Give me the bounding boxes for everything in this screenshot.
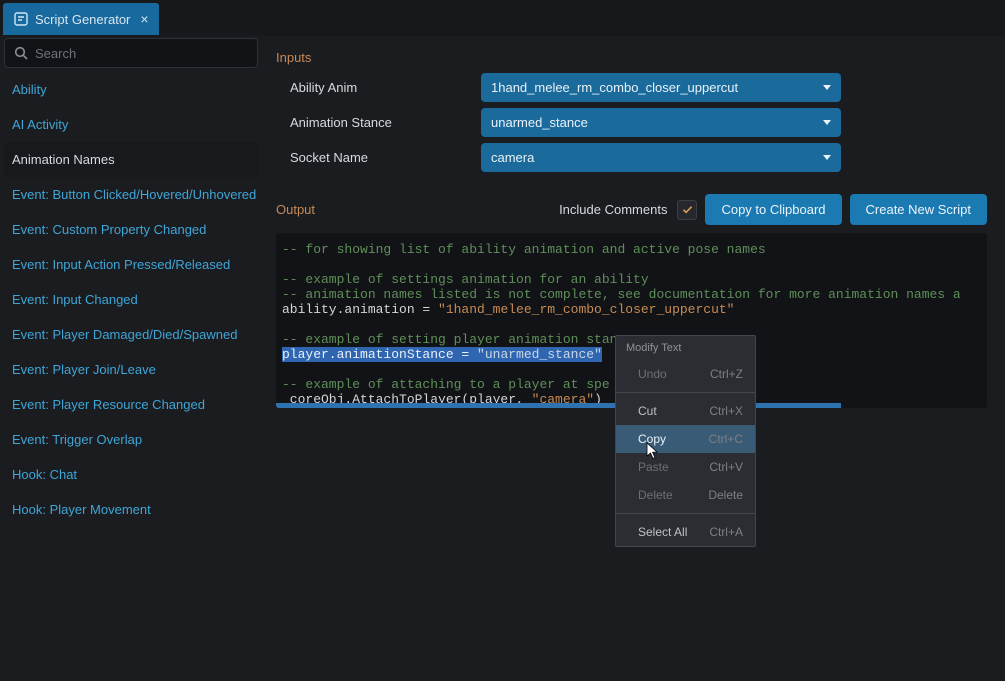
menu-item-shortcut: Ctrl+Z bbox=[710, 367, 743, 381]
context-menu-item: Undo Ctrl+Z bbox=[616, 360, 755, 388]
tab-bar: Script Generator × bbox=[0, 0, 1005, 36]
input-dropdown[interactable]: camera bbox=[481, 143, 841, 172]
create-new-script-button[interactable]: Create New Script bbox=[850, 194, 987, 225]
sidebar-item[interactable]: Event: Player Damaged/Died/Spawned bbox=[4, 317, 258, 352]
context-menu-title: Modify Text bbox=[616, 336, 755, 360]
include-comments-checkbox[interactable] bbox=[677, 200, 697, 220]
context-menu-item[interactable]: Copy Ctrl+C bbox=[616, 425, 755, 453]
sidebar-item[interactable]: Ability bbox=[4, 72, 258, 107]
context-menu-item: Paste Ctrl+V bbox=[616, 453, 755, 481]
sidebar-item[interactable]: Event: Trigger Overlap bbox=[4, 422, 258, 457]
menu-item-shortcut: Ctrl+V bbox=[709, 460, 743, 474]
sidebar-item[interactable]: Event: Input Changed bbox=[4, 282, 258, 317]
tab-title: Script Generator bbox=[35, 12, 130, 27]
context-menu-item: Delete Delete bbox=[616, 481, 755, 509]
sidebar-item[interactable]: Event: Player Resource Changed bbox=[4, 387, 258, 422]
menu-item-label: Copy bbox=[638, 432, 666, 446]
sidebar-item[interactable]: Hook: Player Movement bbox=[4, 492, 258, 527]
dropdown-value: camera bbox=[491, 150, 534, 165]
context-menu-item[interactable]: Cut Ctrl+X bbox=[616, 397, 755, 425]
search-input[interactable] bbox=[35, 46, 249, 61]
sidebar: AbilityAI ActivityAnimation NamesEvent: … bbox=[0, 36, 262, 681]
include-comments-label: Include Comments bbox=[559, 202, 667, 217]
input-row: Ability Anim 1hand_melee_rm_combo_closer_… bbox=[276, 73, 987, 102]
output-heading: Output bbox=[276, 202, 315, 217]
context-menu: Modify Text Undo Ctrl+Z Cut Ctrl+X Copy Ctrl+… bbox=[615, 335, 756, 547]
sidebar-item[interactable]: Event: Player Join/Leave bbox=[4, 352, 258, 387]
tab-script-generator[interactable]: Script Generator × bbox=[3, 3, 159, 35]
input-row: Animation Stance unarmed_stance bbox=[276, 108, 987, 137]
sidebar-item[interactable]: Event: Input Action Pressed/Released bbox=[4, 247, 258, 282]
menu-item-label: Cut bbox=[638, 404, 657, 418]
dropdown-value: unarmed_stance bbox=[491, 115, 588, 130]
search-icon bbox=[13, 45, 29, 61]
menu-item-shortcut: Ctrl+C bbox=[709, 432, 743, 446]
menu-separator bbox=[616, 513, 755, 514]
input-label: Animation Stance bbox=[276, 115, 481, 130]
sidebar-item[interactable]: AI Activity bbox=[4, 107, 258, 142]
check-icon bbox=[681, 203, 694, 216]
sidebar-item[interactable]: Event: Button Clicked/Hovered/Unhovered bbox=[4, 177, 258, 212]
menu-item-shortcut: Ctrl+X bbox=[709, 404, 743, 418]
chevron-down-icon bbox=[823, 155, 831, 160]
chevron-down-icon bbox=[823, 85, 831, 90]
input-row: Socket Name camera bbox=[276, 143, 987, 172]
dropdown-value: 1hand_melee_rm_combo_closer_uppercut bbox=[491, 80, 738, 95]
sidebar-item[interactable]: Event: Custom Property Changed bbox=[4, 212, 258, 247]
chevron-down-icon bbox=[823, 120, 831, 125]
input-label: Socket Name bbox=[276, 150, 481, 165]
search-box[interactable] bbox=[4, 38, 258, 68]
copy-to-clipboard-button[interactable]: Copy to Clipboard bbox=[705, 194, 841, 225]
menu-item-shortcut: Delete bbox=[708, 488, 743, 502]
menu-item-label: Undo bbox=[638, 367, 667, 381]
inputs-heading: Inputs bbox=[276, 50, 987, 65]
menu-separator bbox=[616, 392, 755, 393]
sidebar-item[interactable]: Animation Names bbox=[4, 142, 258, 177]
menu-item-label: Paste bbox=[638, 460, 669, 474]
sidebar-item[interactable]: Hook: Chat bbox=[4, 457, 258, 492]
horizontal-scrollbar[interactable] bbox=[276, 403, 841, 408]
input-label: Ability Anim bbox=[276, 80, 481, 95]
sidebar-list: AbilityAI ActivityAnimation NamesEvent: … bbox=[4, 72, 258, 527]
menu-item-label: Select All bbox=[638, 525, 687, 539]
input-dropdown[interactable]: 1hand_melee_rm_combo_closer_uppercut bbox=[481, 73, 841, 102]
menu-item-shortcut: Ctrl+A bbox=[709, 525, 743, 539]
menu-item-label: Delete bbox=[638, 488, 673, 502]
script-icon bbox=[13, 11, 29, 27]
input-dropdown[interactable]: unarmed_stance bbox=[481, 108, 841, 137]
close-icon[interactable]: × bbox=[140, 11, 148, 27]
context-menu-item[interactable]: Select All Ctrl+A bbox=[616, 518, 755, 546]
